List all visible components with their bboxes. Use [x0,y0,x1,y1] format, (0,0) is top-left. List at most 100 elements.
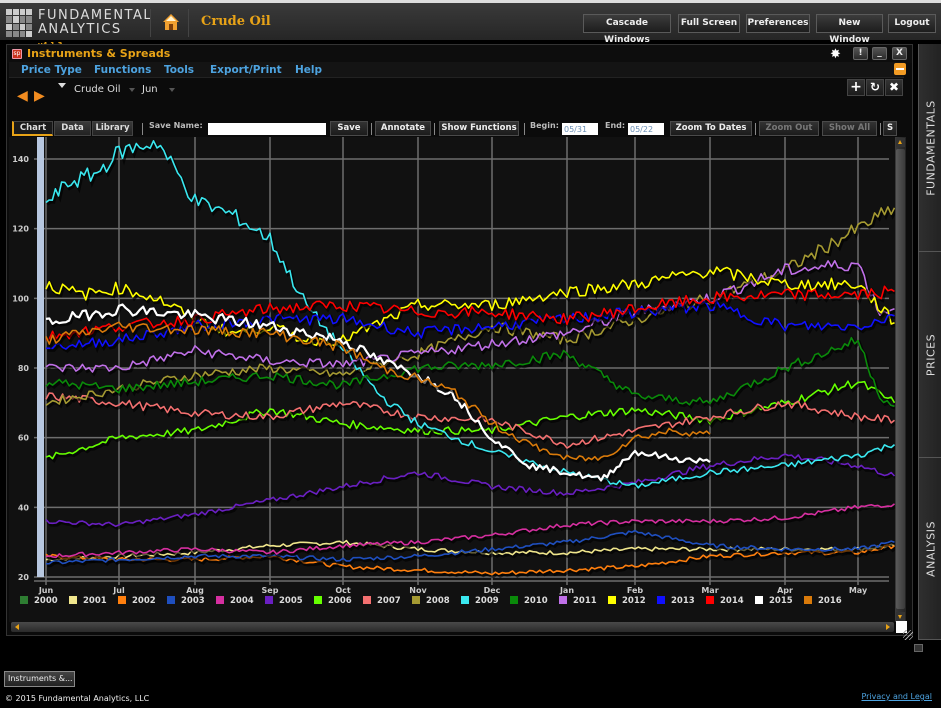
tab-chart[interactable]: Chart [12,121,53,136]
x-tick-label: Dec [484,586,501,595]
alert-button[interactable]: ! [853,47,868,60]
scroll-left-icon[interactable] [13,623,21,631]
legend-label-2005: 2005 [279,596,303,606]
refresh-icon[interactable]: ↻ [866,79,884,96]
sun-icon[interactable]: ✸ [830,48,841,61]
side-tab-label: PRICES [924,333,937,376]
scroll-thumb[interactable] [896,149,905,609]
begin-date-input[interactable] [562,123,598,135]
menu-bar: Price Type Functions Tools Export/Print … [9,62,906,78]
back-arrow-icon[interactable]: ◀ [17,88,28,104]
instrument-toolbar: ◀ ▶ Crude Oil Jun + ↻ ✖ [9,79,904,119]
window-title: Instruments & Spreads [27,47,171,60]
contract-chevron-down-icon[interactable] [169,88,175,92]
dropdown-icon[interactable] [58,83,66,88]
scroll-up-icon[interactable] [896,138,905,147]
instrument-chevron-down-icon[interactable] [129,88,135,92]
menu-functions[interactable]: Functions [94,64,151,76]
privacy-link[interactable]: Privacy and Legal [861,692,932,701]
show-all-button[interactable]: Show All [822,121,877,136]
legend-label-2003: 2003 [181,596,205,606]
page-title: Crude Oil [201,14,271,29]
divider [755,123,756,135]
logo-line2-text: ANALYTICS [38,22,122,37]
series-line-2005 [45,453,896,528]
menu-tools[interactable]: Tools [164,64,194,76]
divider [434,123,435,135]
new-window-button[interactable]: New Window [816,14,883,45]
legend-swatch-2011 [559,596,567,604]
remove-icon[interactable]: ✖ [885,79,903,96]
floating-handle[interactable] [914,644,923,652]
side-tab-label: ANALYSIS [924,520,937,577]
legend-swatch-2001 [69,596,77,604]
logo-grid-icon [6,9,32,37]
logout-button[interactable]: Logout [888,14,936,33]
seasonal-chart[interactable]: 20406080100120140 Jun Jul Aug Sep Oct Nov Dec J… [9,137,896,622]
add-icon[interactable]: + [847,79,865,96]
divider [524,123,525,135]
legend-swatch-2008 [412,596,420,604]
close-button[interactable]: X [892,47,907,60]
legend-swatch-2002 [118,596,126,604]
legend-label-2004: 2004 [230,596,254,606]
home-icon[interactable] [162,13,180,31]
horizontal-scrollbar[interactable] [11,622,894,632]
legend-label-2007: 2007 [377,596,401,606]
truncated-button[interactable]: S [883,121,897,136]
legend-label-2016: 2016 [818,596,842,606]
save-name-input[interactable] [208,123,326,135]
menu-export-print[interactable]: Export/Print [210,64,282,76]
legend-label-2012: 2012 [622,596,646,606]
legend-label-2001: 2001 [83,596,107,606]
annotate-button[interactable]: Annotate [375,121,431,136]
window-title-bar[interactable]: sp Instruments & Spreads ✸ ! _ X [7,45,912,63]
collapse-button[interactable] [894,63,906,75]
legend-swatch-2014 [706,596,714,604]
top-bar: FUNDAMENTAL ANALYTICS v4.1.3 Crude Oil C… [0,0,941,49]
y-tick-label: 140 [12,155,29,164]
tab-library[interactable]: Library [92,121,133,136]
cascade-windows-button[interactable]: Cascade Windows [583,14,671,45]
x-tick-label: Jul [112,586,125,595]
series-shadow-2010 [46,336,896,410]
logo-line1: FUNDAMENTAL [38,8,153,23]
preferences-button[interactable]: Preferences [746,14,810,33]
full-screen-button[interactable]: Full Screen [678,14,740,33]
vertical-scrollbar[interactable] [895,137,906,622]
app-logo: FUNDAMENTAL ANALYTICS v4.1.3 [6,7,151,49]
resize-grip-icon[interactable] [903,630,913,640]
y-axis-scrollbar[interactable] [37,137,44,577]
y-tick-label: 20 [18,573,30,582]
y-tick-label: 100 [12,294,29,303]
menu-price-type[interactable]: Price Type [21,64,82,76]
divider [188,9,189,37]
end-date-input[interactable] [628,123,664,135]
side-tab-analysis[interactable]: ANALYSIS [919,458,941,640]
menu-help[interactable]: Help [295,64,322,76]
contract-select[interactable]: Jun [142,84,158,95]
legend-label-2015: 2015 [769,596,793,606]
zoom-out-button[interactable]: Zoom Out [759,121,819,136]
x-axis-ticks: Jun Jul Aug Sep Oct Nov Dec Jan Feb Mar Apr May [38,586,868,595]
legend-label-2014: 2014 [720,596,744,606]
zoom-to-dates-button[interactable]: Zoom To Dates [670,121,752,136]
taskbar-instruments[interactable]: Instruments &... [4,671,75,687]
scroll-down-icon[interactable] [896,612,905,621]
save-button[interactable]: Save [330,121,368,136]
divider [150,9,151,37]
tab-data[interactable]: Data [54,121,91,136]
y-tick-label: 120 [12,225,29,234]
save-name-label: Save Name: [149,121,203,130]
legend: 2000 2001 2002 2003 2004 2005 2006 2007 2008 2009… [20,596,842,606]
side-tab-prices[interactable]: PRICES [919,252,941,458]
instrument-select[interactable]: Crude Oil [74,84,121,95]
side-tab-fundamentals[interactable]: FUNDAMENTALS [919,44,941,252]
forward-arrow-icon[interactable]: ▶ [34,88,45,104]
minimize-button[interactable]: _ [872,47,887,60]
x-tick-label: Aug [186,586,204,595]
scroll-right-icon[interactable] [884,623,892,631]
show-functions-button[interactable]: Show Functions [439,121,519,136]
divider [142,123,143,135]
x-tick-label: Mar [701,586,718,595]
